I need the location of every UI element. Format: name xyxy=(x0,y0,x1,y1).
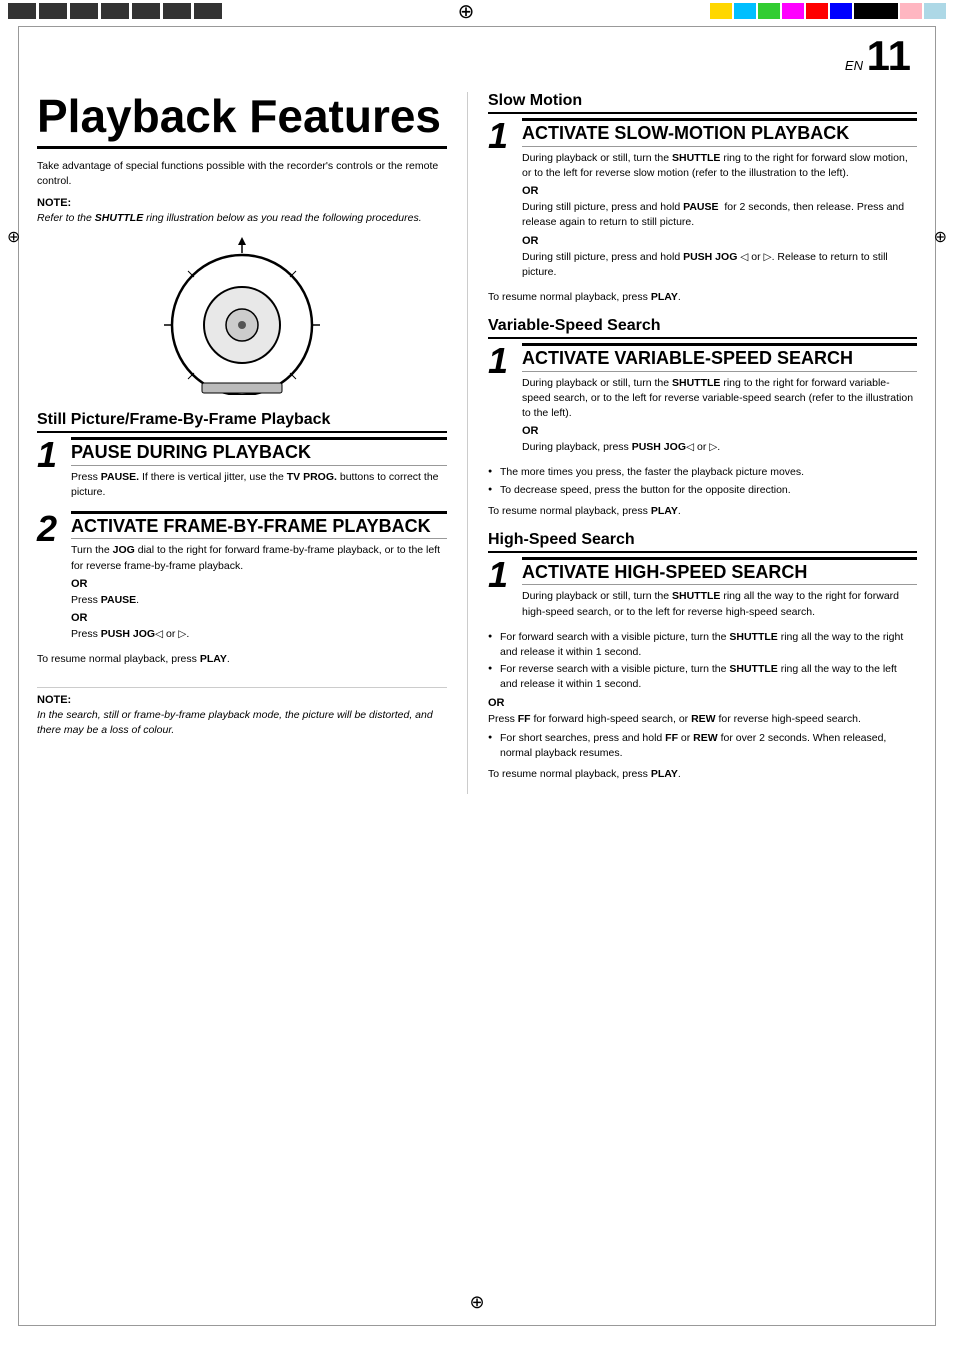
highspeed-step1-body: During playback or still, turn the SHUTT… xyxy=(522,589,917,619)
variable-bullets: The more times you press, the faster the… xyxy=(488,465,917,497)
variable-step1-title: ACTIVATE VARIABLE-SPEED SEARCH xyxy=(522,343,917,372)
slow-or2-body: During still picture, press and hold PUS… xyxy=(522,250,917,280)
highspeed-bullet-2: For reverse search with a visible pictur… xyxy=(488,662,917,692)
variable-step1-body: During playback or still, turn the SHUTT… xyxy=(522,376,917,422)
note-bottom: NOTE: In the search, still or frame-by-f… xyxy=(37,687,447,737)
block3 xyxy=(70,3,98,19)
note-bottom-italic: In the search, still or frame-by-frame p… xyxy=(37,708,447,737)
color-black xyxy=(854,3,898,19)
slow-step1-title: ACTIVATE SLOW-MOTION PLAYBACK xyxy=(522,118,917,147)
slow-section-heading: Slow Motion xyxy=(488,92,917,114)
top-bar-left-blocks xyxy=(0,0,230,22)
step1-body: Press PAUSE. If there is vertical jitter… xyxy=(71,470,447,500)
step2-container: 2 ACTIVATE FRAME-BY-FRAME PLAYBACK Turn … xyxy=(37,511,447,647)
slow-step1-container: 1 ACTIVATE SLOW-MOTION PLAYBACK During p… xyxy=(488,118,917,284)
note-heading: NOTE: xyxy=(37,197,447,209)
step2-or1: OR xyxy=(71,578,447,590)
highspeed-bullet2-1: For short searches, press and hold FF or… xyxy=(488,731,917,761)
step1-container: 1 PAUSE DURING PLAYBACK Press PAUSE. If … xyxy=(37,437,447,504)
highspeed-or1-body: Press FF for forward high-speed search, … xyxy=(488,712,917,727)
still-section-heading: Still Picture/Frame-By-Frame Playback xyxy=(37,411,447,433)
step1-content: PAUSE DURING PLAYBACK Press PAUSE. If th… xyxy=(71,437,447,504)
step2-content: ACTIVATE FRAME-BY-FRAME PLAYBACK Turn th… xyxy=(71,511,447,647)
block1 xyxy=(8,3,36,19)
note-bottom-heading: NOTE: xyxy=(37,694,447,706)
step1-title: PAUSE DURING PLAYBACK xyxy=(71,437,447,466)
step2-or1-body: Press PAUSE. xyxy=(71,593,447,608)
slow-resume: To resume normal playback, press PLAY. xyxy=(488,290,917,305)
highspeed-section-heading: High-Speed Search xyxy=(488,531,917,553)
shuttle-svg xyxy=(142,235,342,395)
highspeed-bullets2: For short searches, press and hold FF or… xyxy=(488,731,917,761)
step1-number: 1 xyxy=(37,437,65,473)
highspeed-bullets: For forward search with a visible pictur… xyxy=(488,630,917,693)
block7 xyxy=(194,3,222,19)
note-italic: Refer to the SHUTTLE ring illustration b… xyxy=(37,211,447,226)
color-red xyxy=(806,3,828,19)
intro-text: Take advantage of special functions poss… xyxy=(37,159,447,188)
block4 xyxy=(101,3,129,19)
page-number: 11 xyxy=(867,32,911,79)
variable-bullet-2: To decrease speed, press the button for … xyxy=(488,483,917,498)
page-content: Playback Features Take advantage of spec… xyxy=(19,92,935,794)
block2 xyxy=(39,3,67,19)
right-margin-mark: ⊕ xyxy=(934,227,947,247)
step2-body: Turn the JOG dial to the right for forwa… xyxy=(71,543,447,573)
slow-step1-content: ACTIVATE SLOW-MOTION PLAYBACK During pla… xyxy=(522,118,917,284)
highspeed-step1-number: 1 xyxy=(488,557,516,593)
page-number-area: EN 11 xyxy=(845,35,911,77)
slow-or2: OR xyxy=(522,235,917,247)
color-green xyxy=(758,3,780,19)
variable-or1: OR xyxy=(522,425,917,437)
variable-resume: To resume normal playback, press PLAY. xyxy=(488,504,917,519)
top-bar-center: ⊕ xyxy=(230,0,702,22)
top-bar-right-colors xyxy=(702,0,954,22)
highspeed-or1: OR xyxy=(488,697,917,709)
highspeed-step1-container: 1 ACTIVATE HIGH-SPEED SEARCH During play… xyxy=(488,557,917,624)
highspeed-bullet-1: For forward search with a visible pictur… xyxy=(488,630,917,660)
color-lightblue xyxy=(924,3,946,19)
block6 xyxy=(163,3,191,19)
bottom-crosshair: ⊕ xyxy=(469,1292,484,1313)
shuttle-diagram xyxy=(37,235,447,395)
slow-step1-number: 1 xyxy=(488,118,516,154)
slow-or1: OR xyxy=(522,185,917,197)
top-bar: ⊕ xyxy=(0,0,954,22)
color-magenta xyxy=(782,3,804,19)
highspeed-resume: To resume normal playback, press PLAY. xyxy=(488,767,917,782)
en-label: EN xyxy=(845,58,863,73)
step2-number: 2 xyxy=(37,511,65,547)
variable-step1-number: 1 xyxy=(488,343,516,379)
right-column: Slow Motion 1 ACTIVATE SLOW-MOTION PLAYB… xyxy=(467,92,917,794)
center-crosshair: ⊕ xyxy=(458,0,475,24)
slow-step1-body: During playback or still, turn the SHUTT… xyxy=(522,151,917,181)
page-outer: ⊕ ⊕ EN 11 Playback Features Take advanta… xyxy=(18,26,936,1326)
step2-or2: OR xyxy=(71,612,447,624)
step2-or2-body: Press PUSH JOG◁ or ▷. xyxy=(71,627,447,642)
step2-title: ACTIVATE FRAME-BY-FRAME PLAYBACK xyxy=(71,511,447,540)
variable-step1-content: ACTIVATE VARIABLE-SPEED SEARCH During pl… xyxy=(522,343,917,460)
left-column: Playback Features Take advantage of spec… xyxy=(37,92,467,794)
slow-or1-body: During still picture, press and hold PAU… xyxy=(522,200,917,230)
color-pink xyxy=(900,3,922,19)
highspeed-step1-title: ACTIVATE HIGH-SPEED SEARCH xyxy=(522,557,917,586)
variable-step1-container: 1 ACTIVATE VARIABLE-SPEED SEARCH During … xyxy=(488,343,917,460)
color-cyan xyxy=(734,3,756,19)
still-resume: To resume normal playback, press PLAY. xyxy=(37,652,447,667)
color-blue xyxy=(830,3,852,19)
highspeed-step1-content: ACTIVATE HIGH-SPEED SEARCH During playba… xyxy=(522,557,917,624)
variable-bullet-1: The more times you press, the faster the… xyxy=(488,465,917,480)
left-margin-mark: ⊕ xyxy=(7,227,20,247)
main-title: Playback Features xyxy=(37,92,447,149)
color-yellow xyxy=(710,3,732,19)
block5 xyxy=(132,3,160,19)
variable-or1-body: During playback, press PUSH JOG◁ or ▷. xyxy=(522,440,917,455)
variable-section-heading: Variable-Speed Search xyxy=(488,317,917,339)
